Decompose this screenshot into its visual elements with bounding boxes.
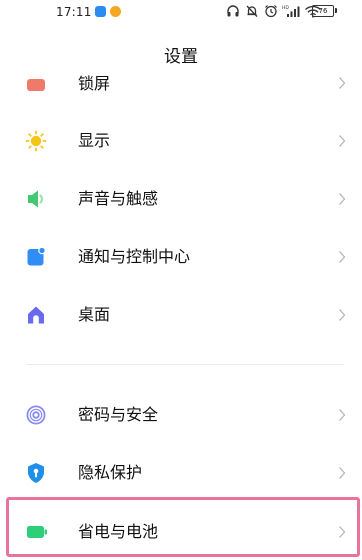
app-notification-icon — [95, 6, 106, 17]
settings-item-display[interactable]: 显示 — [0, 112, 362, 170]
settings-item-lock-screen[interactable]: 锁屏 — [0, 70, 362, 100]
battery-icon — [27, 526, 47, 538]
sun-icon — [25, 130, 47, 152]
chevron-right-icon — [339, 467, 346, 479]
app-notification-icon-2 — [110, 6, 121, 17]
status-time: 17:11 — [56, 5, 92, 19]
chevron-right-icon — [339, 409, 346, 421]
settings-item-home-screen[interactable]: 桌面 — [0, 286, 362, 344]
home-icon — [28, 306, 44, 324]
speaker-icon — [28, 190, 43, 208]
fingerprint-icon — [26, 405, 46, 425]
status-bar: 17:11 HD 76 — [0, 0, 362, 30]
settings-item-label: 通知与控制中心 — [78, 247, 191, 266]
lock-screen-icon — [27, 79, 45, 91]
settings-item-privacy[interactable]: 隐私保护 — [0, 444, 362, 502]
section-divider — [26, 364, 344, 365]
chevron-right-icon — [339, 135, 346, 147]
notification-icon — [27, 247, 46, 266]
settings-item-label: 隐私保护 — [78, 463, 143, 482]
settings-item-battery[interactable]: 省电与电池 — [0, 502, 362, 560]
settings-item-sound[interactable]: 声音与触感 — [0, 170, 362, 228]
chevron-right-icon — [339, 77, 346, 89]
settings-item-label: 锁屏 — [78, 74, 111, 93]
alarm-icon — [265, 5, 277, 18]
settings-item-label: 声音与触感 — [78, 189, 159, 208]
settings-item-label: 显示 — [78, 131, 111, 150]
settings-item-notifications[interactable]: 通知与控制中心 — [0, 228, 362, 286]
battery-cap — [335, 8, 337, 13]
bell-muted-icon — [246, 5, 258, 17]
chevron-right-icon — [339, 251, 346, 263]
chevron-right-icon — [339, 526, 346, 538]
privacy-shield-icon — [28, 463, 44, 483]
settings-item-label: 桌面 — [78, 305, 111, 324]
settings-item-label: 密码与安全 — [78, 405, 159, 424]
svg-text:HD: HD — [282, 5, 289, 11]
settings-item-password-security[interactable]: 密码与安全 — [0, 386, 362, 444]
chevron-right-icon — [339, 193, 346, 205]
page-title: 设置 — [164, 47, 198, 67]
settings-item-label: 省电与电池 — [78, 522, 159, 541]
battery-indicator: 76 — [312, 5, 334, 17]
headphones-icon — [227, 5, 239, 17]
chevron-right-icon — [339, 309, 346, 321]
signal-icon: HD — [282, 5, 300, 17]
